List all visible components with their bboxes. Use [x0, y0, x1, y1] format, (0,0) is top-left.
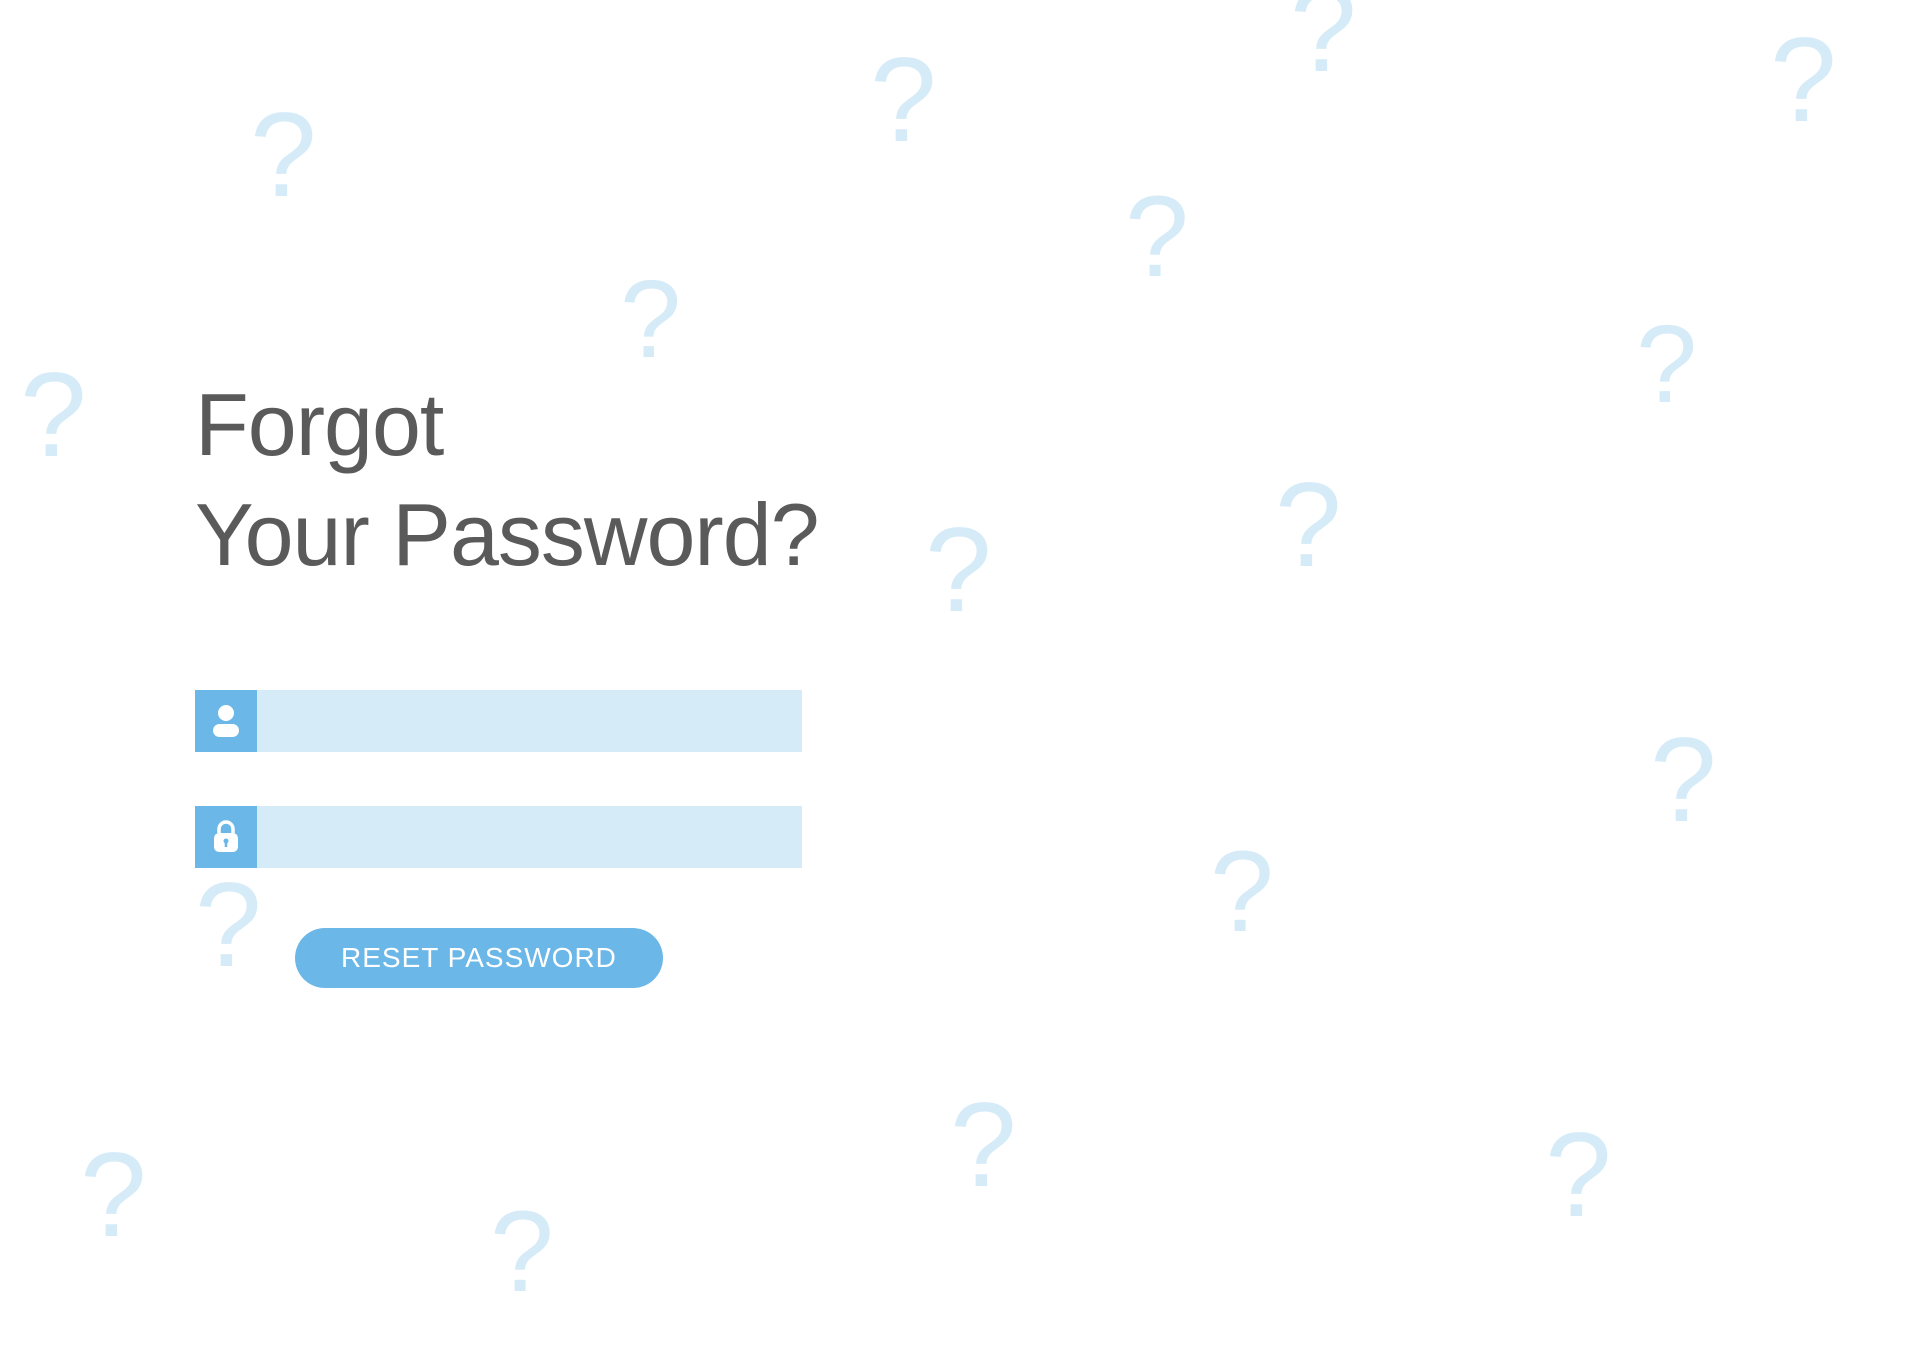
password-input[interactable]	[257, 806, 802, 868]
question-mark-icon: ?	[620, 265, 681, 375]
username-input[interactable]	[257, 690, 802, 752]
question-mark-icon: ?	[490, 1195, 554, 1310]
question-mark-icon: ?	[1125, 180, 1189, 295]
question-mark-icon: ?	[925, 510, 992, 630]
password-row	[195, 806, 819, 868]
question-mark-icon: ?	[20, 355, 87, 475]
question-mark-icon: ?	[1650, 720, 1717, 840]
question-mark-icon: ?	[1545, 1115, 1612, 1235]
question-mark-icon: ?	[1636, 310, 1697, 420]
question-mark-icon: ?	[1770, 20, 1837, 140]
question-mark-icon: ?	[1290, 0, 1357, 90]
user-icon	[195, 690, 257, 752]
question-mark-icon: ?	[950, 1085, 1017, 1205]
question-mark-icon: ?	[870, 40, 937, 160]
question-mark-icon: ?	[1275, 465, 1342, 585]
page-title: Forgot Your Password?	[195, 370, 819, 590]
title-line-2: Your Password?	[195, 485, 819, 584]
username-row	[195, 690, 819, 752]
input-fields: RESET PASSWORD	[195, 690, 819, 988]
title-line-1: Forgot	[195, 375, 443, 474]
question-mark-icon: ?	[80, 1135, 147, 1255]
reset-password-button[interactable]: RESET PASSWORD	[295, 928, 663, 988]
question-mark-icon: ?	[1210, 835, 1274, 950]
forgot-password-form: Forgot Your Password?	[195, 370, 819, 988]
lock-icon	[195, 806, 257, 868]
question-mark-icon: ?	[250, 95, 317, 215]
